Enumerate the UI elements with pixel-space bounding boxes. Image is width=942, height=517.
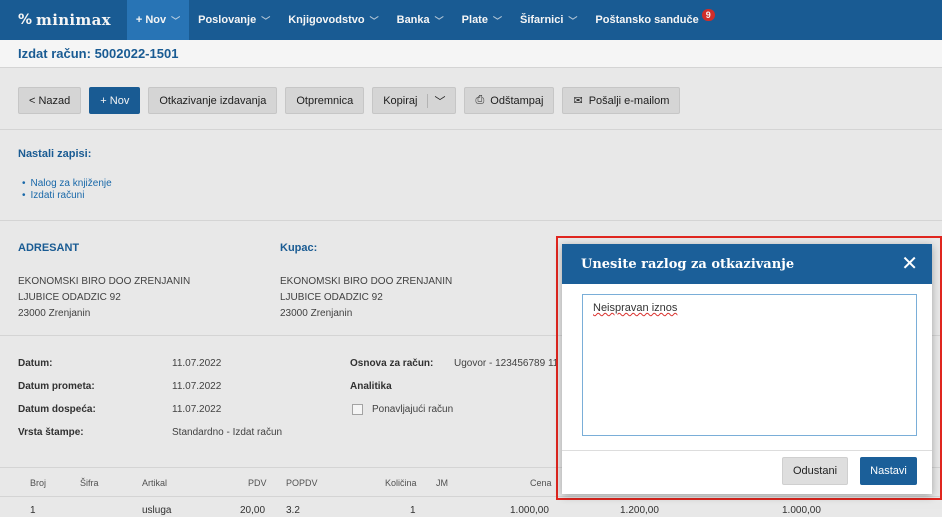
dialog-title: Unesite razlog za otkazivanje [581,256,795,272]
close-icon[interactable]: ✕ [901,254,918,274]
cancel-reason-text: Neispravan iznos [593,302,678,314]
cancel-reason-dialog: Unesite razlog za otkazivanje ✕ Neisprav… [562,244,932,494]
dialog-header: Unesite razlog za otkazivanje ✕ [562,244,932,284]
continue-button[interactable]: Nastavi [860,457,917,485]
cancel-button[interactable]: Odustani [782,457,848,485]
cancel-reason-textarea[interactable]: Neispravan iznos [582,294,917,436]
